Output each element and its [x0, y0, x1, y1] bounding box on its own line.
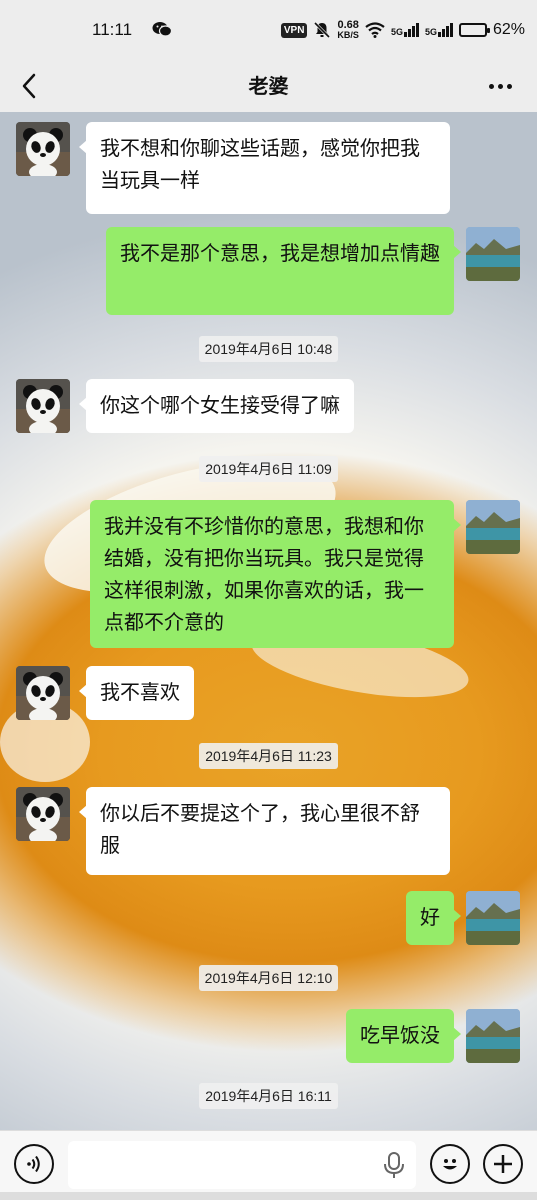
message-bubble[interactable]: 好 [406, 891, 461, 945]
panda-icon [16, 666, 70, 720]
cell-signal-2-label: 5G [424, 27, 437, 37]
emoji-button[interactable] [430, 1144, 470, 1184]
chat-title: 老婆 [248, 74, 289, 98]
microphone-icon[interactable] [382, 1151, 406, 1181]
more-dots-icon [488, 83, 494, 89]
more-dots-icon [506, 83, 512, 89]
message-timestamp: 2019年4月6日 16:11 [0, 1083, 537, 1109]
battery-percent: 62% [492, 21, 525, 38]
timestamp-label: 2019年4月6日 11:23 [199, 743, 338, 769]
cell-signal-1-label: 5G [390, 27, 403, 37]
contact-avatar[interactable] [16, 787, 70, 841]
signal-bars-icon [437, 23, 453, 37]
network-speed: 0.68 KB/S [337, 20, 359, 40]
chat-area[interactable]: 我不想和你聊这些话题，感觉你把我当玩具一样我不是那个意思，我是想增加点情趣 201… [0, 112, 537, 1130]
battery-icon [458, 23, 490, 37]
vpn-badge: VPN [280, 22, 308, 38]
message-bubble[interactable]: 吃早饭没 [346, 1009, 461, 1063]
signal-bars-icon [403, 23, 419, 37]
message-bubble[interactable]: 你以后不要提这个了，我心里很不舒服 [79, 787, 450, 875]
more-dots-icon [497, 83, 503, 89]
my-avatar[interactable] [466, 1009, 520, 1063]
landscape-icon [466, 500, 520, 554]
landscape-icon [466, 1009, 520, 1063]
plus-icon [494, 1155, 512, 1173]
message-bubble[interactable]: 你这个哪个女生接受得了嘛 [79, 379, 354, 433]
bottom-edge [0, 1192, 537, 1200]
status-bar: 11:11 VPN 0.68 KB/S 5G 5G 62% [0, 0, 537, 60]
mute-icon [314, 21, 331, 39]
timestamp-label: 2019年4月6日 10:48 [198, 336, 339, 362]
timestamp-label: 2019年4月6日 16:11 [199, 1083, 338, 1109]
contact-avatar[interactable] [16, 379, 70, 433]
status-indicators: VPN 0.68 KB/S 5G 5G 62% [280, 18, 525, 42]
message-input[interactable] [68, 1141, 416, 1189]
panda-icon [16, 787, 70, 841]
my-avatar[interactable] [466, 227, 520, 281]
message-timestamp: 2019年4月6日 10:48 [0, 336, 537, 362]
wechat-icon [152, 22, 172, 37]
message-timestamp: 2019年4月6日 12:10 [0, 965, 537, 991]
panda-icon [16, 122, 70, 176]
landscape-icon [466, 227, 520, 281]
landscape-icon [466, 891, 520, 945]
input-bar [0, 1130, 537, 1200]
network-speed-unit: KB/S [337, 30, 359, 40]
message-timestamp: 2019年4月6日 11:23 [0, 743, 537, 769]
panda-icon [16, 379, 70, 433]
message-bubble[interactable]: 我不喜欢 [79, 666, 194, 720]
message-bubble[interactable]: 我不想和你聊这些话题，感觉你把我当玩具一样 [79, 122, 450, 214]
message-timestamp: 2019年4月6日 11:09 [0, 456, 537, 482]
plus-button[interactable] [483, 1144, 523, 1184]
status-time: 11:11 [92, 20, 133, 39]
my-avatar[interactable] [466, 891, 520, 945]
cell-signal-2: 5G [425, 23, 453, 37]
message-bubble[interactable]: 我并没有不珍惜你的意思，我想和你结婚，没有把你当玩具。我只是觉得这样很刺激，如果… [90, 500, 461, 648]
wifi-icon [365, 22, 385, 38]
timestamp-label: 2019年4月6日 11:09 [199, 456, 338, 482]
message-bubble[interactable]: 我不是那个意思，我是想增加点情趣 [106, 227, 461, 315]
timestamp-label: 2019年4月6日 12:10 [198, 965, 339, 991]
cell-signal-1: 5G [391, 23, 419, 37]
voice-button[interactable] [14, 1144, 54, 1184]
my-avatar[interactable] [466, 500, 520, 554]
emoji-icon [443, 1159, 457, 1170]
contact-avatar[interactable] [16, 666, 70, 720]
chat-header: 老婆 [0, 60, 537, 112]
more-button[interactable] [485, 74, 515, 98]
voice-icon [27, 1155, 40, 1173]
contact-avatar[interactable] [16, 122, 70, 176]
